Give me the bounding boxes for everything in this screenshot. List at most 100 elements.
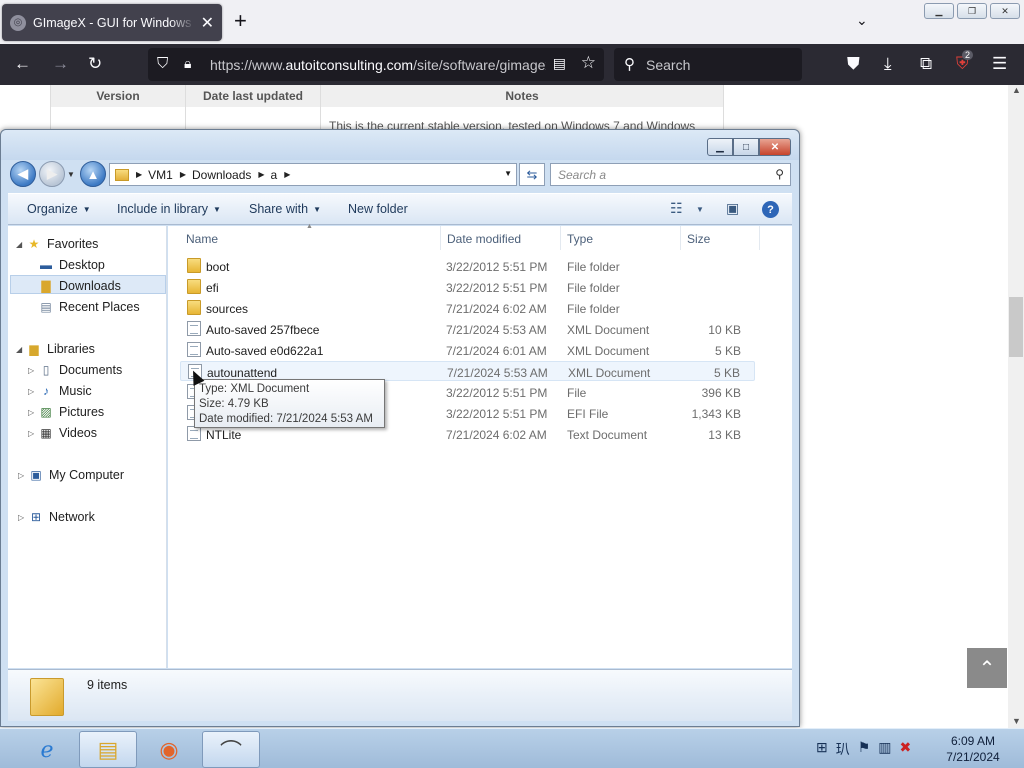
url-text[interactable]: https://www.autoitconsulting.com/site/so… [210, 57, 546, 73]
bookmark-star-icon[interactable]: ☆ [581, 53, 596, 73]
file-row[interactable]: Auto-saved e0d622a1 7/21/2024 6:01 AM XM… [180, 340, 755, 360]
share-with-menu[interactable]: Share with ▼ [249, 202, 321, 216]
nav-network[interactable]: ▷ ⊞ Network [18, 510, 95, 524]
nav-downloads[interactable]: ▇ Downloads [38, 279, 120, 293]
breadcrumb-a[interactable]: a [271, 168, 278, 182]
restore-button[interactable]: ❐ [957, 3, 987, 19]
scroll-to-top-button[interactable]: ⌃ [967, 648, 1007, 688]
nav-music[interactable]: ▷ ♪ Music [28, 384, 92, 398]
breadcrumb-separator-icon[interactable]: ▶ [284, 170, 290, 179]
column-divider[interactable] [560, 226, 561, 250]
up-button[interactable]: ▲ [80, 161, 106, 187]
close-window-button[interactable]: ✕ [990, 3, 1020, 19]
back-button[interactable]: ◀ [10, 161, 36, 187]
new-folder-button[interactable]: New folder [348, 202, 408, 216]
explorer-close-button[interactable]: ✕ [759, 138, 791, 156]
url-bar[interactable]: ⛉ 🔒︎ https://www.autoitconsulting.com/si… [148, 48, 604, 81]
explorer-window: ▁ □ ✕ ◀ ▶ ▼ ▲ ▶ VM1 ▶ Downloads ▶ a ▶ ▼ … [0, 129, 800, 727]
address-bar[interactable]: ▶ VM1 ▶ Downloads ▶ a ▶ ▼ [109, 163, 517, 186]
collapse-arrow-icon[interactable]: ▷ [18, 513, 24, 522]
new-tab-button[interactable]: + [234, 10, 247, 32]
organize-menu[interactable]: Organize ▼ [27, 202, 91, 216]
view-options-chevron-icon[interactable]: ▼ [696, 205, 704, 214]
firefox-icon[interactable]: ◉ [140, 731, 198, 768]
collapse-arrow-icon[interactable]: ▷ [28, 429, 34, 438]
scroll-down-arrow-icon[interactable]: ▼ [1012, 716, 1021, 726]
collapse-arrow-icon[interactable]: ▷ [28, 387, 34, 396]
menu-hamburger-icon[interactable]: ☰ [992, 54, 1007, 74]
clock[interactable]: 6:09 AM 7/21/2024 [940, 733, 1006, 765]
page-scrollbar[interactable]: ▲ ▼ [1008, 85, 1024, 728]
nav-libraries[interactable]: ◢ ▆ Libraries [12, 342, 95, 356]
volume-muted-icon[interactable]: ✖ [900, 739, 912, 759]
file-row[interactable]: Auto-saved 257fbece 7/21/2024 5:53 AM XM… [180, 319, 755, 339]
scroll-up-arrow-icon[interactable]: ▲ [1012, 85, 1021, 95]
address-dropdown-icon[interactable]: ▼ [504, 169, 512, 178]
column-header-date-modified[interactable]: Date modified [447, 232, 521, 246]
back-arrow-icon[interactable]: ← [14, 54, 31, 74]
recent-pages-chevron-icon[interactable]: ▼ [67, 170, 75, 179]
preview-pane-icon[interactable]: ▣ [726, 200, 739, 217]
breadcrumb-separator-icon[interactable]: ▶ [136, 170, 142, 179]
forward-arrow-icon[interactable]: → [52, 54, 69, 74]
breadcrumb-vm1[interactable]: VM1 [148, 168, 173, 182]
column-header-type[interactable]: Type [567, 232, 593, 246]
file-row-hovered[interactable]: autounattend 7/21/2024 5:53 AM XML Docum… [180, 361, 755, 381]
minimize-button[interactable]: ▁ [924, 3, 954, 19]
file-row[interactable]: boot 3/22/2012 5:51 PM File folder [180, 256, 755, 276]
explorer-titlebar[interactable]: ▁ □ ✕ [1, 130, 799, 160]
forward-button[interactable]: ▶ [39, 161, 65, 187]
lock-icon[interactable]: 🔒︎ [184, 55, 191, 72]
explorer-maximize-button[interactable]: □ [733, 138, 759, 156]
column-divider[interactable] [680, 226, 681, 250]
file-row[interactable]: efi 3/22/2012 5:51 PM File folder [180, 277, 755, 297]
scrollbar-thumb[interactable] [1009, 297, 1023, 357]
include-in-library-menu[interactable]: Include in library ▼ [117, 202, 221, 216]
nav-recent-places[interactable]: ▤ Recent Places [38, 300, 139, 314]
list-tabs-chevron-icon[interactable]: ⌄ [856, 12, 868, 29]
tracking-protection-shield-icon[interactable]: ⛉ [157, 55, 168, 72]
file-row[interactable]: sources 7/21/2024 6:02 AM File folder [180, 298, 755, 318]
windows-explorer-icon[interactable]: ▤ [79, 731, 137, 768]
column-divider[interactable] [440, 226, 441, 250]
file-type: XML Document [567, 323, 650, 337]
collapse-arrow-icon[interactable]: ▷ [28, 366, 34, 375]
expand-arrow-icon[interactable]: ◢ [16, 345, 22, 354]
nav-videos[interactable]: ▷ ▦ Videos [28, 426, 97, 440]
internet-explorer-icon[interactable]: ℯ [18, 731, 76, 768]
mouse-app-icon[interactable]: ⌒ [202, 731, 260, 768]
column-divider[interactable] [759, 226, 760, 250]
collapse-arrow-icon[interactable]: ▷ [18, 471, 24, 480]
downloads-icon[interactable]: ⤓ [884, 54, 892, 74]
explorer-minimize-button[interactable]: ▁ [707, 138, 733, 156]
network-tray-icon[interactable]: ▥ [878, 739, 891, 759]
browser-tab[interactable]: ◎ GImageX - GUI for Windows Imaging ✕ [2, 4, 222, 41]
language-icon[interactable]: 玐 [836, 739, 850, 759]
column-header-size[interactable]: Size [687, 232, 710, 246]
breadcrumb-downloads[interactable]: Downloads [192, 168, 251, 182]
expand-arrow-icon[interactable]: ◢ [16, 240, 22, 249]
close-tab-icon[interactable]: ✕ [201, 13, 214, 33]
extensions-icon[interactable]: ⧉ [920, 54, 932, 74]
search-bar[interactable]: ⚲ Search [614, 48, 802, 81]
nav-documents[interactable]: ▷ ▯ Documents [28, 363, 122, 377]
change-view-icon[interactable]: ☷ [670, 200, 683, 217]
help-icon[interactable]: ? [762, 201, 779, 218]
action-center-flag-icon[interactable]: ⚑ [858, 739, 871, 759]
file-type: Text Document [567, 428, 648, 442]
nav-my-computer[interactable]: ▷ ▣ My Computer [18, 468, 124, 482]
refresh-button[interactable]: ⇆ [519, 163, 545, 186]
collapse-arrow-icon[interactable]: ▷ [28, 408, 34, 417]
pocket-icon[interactable]: ⛊ [847, 54, 860, 74]
reader-view-icon[interactable]: ▤ [553, 55, 566, 72]
explorer-search-input[interactable]: Search a ⚲ [550, 163, 791, 186]
nav-pictures[interactable]: ▷ ▨ Pictures [28, 405, 104, 419]
column-header-name[interactable]: Name [186, 232, 218, 246]
nav-desktop[interactable]: ▬ Desktop [38, 258, 105, 272]
tray-grid-icon[interactable]: ⊞ [816, 739, 828, 759]
reload-icon[interactable]: ↻ [88, 54, 102, 74]
text-document-icon [187, 426, 201, 441]
breadcrumb-separator-icon[interactable]: ▶ [258, 170, 264, 179]
breadcrumb-separator-icon[interactable]: ▶ [180, 170, 186, 179]
nav-favorites[interactable]: ◢ ★ Favorites [12, 237, 98, 251]
